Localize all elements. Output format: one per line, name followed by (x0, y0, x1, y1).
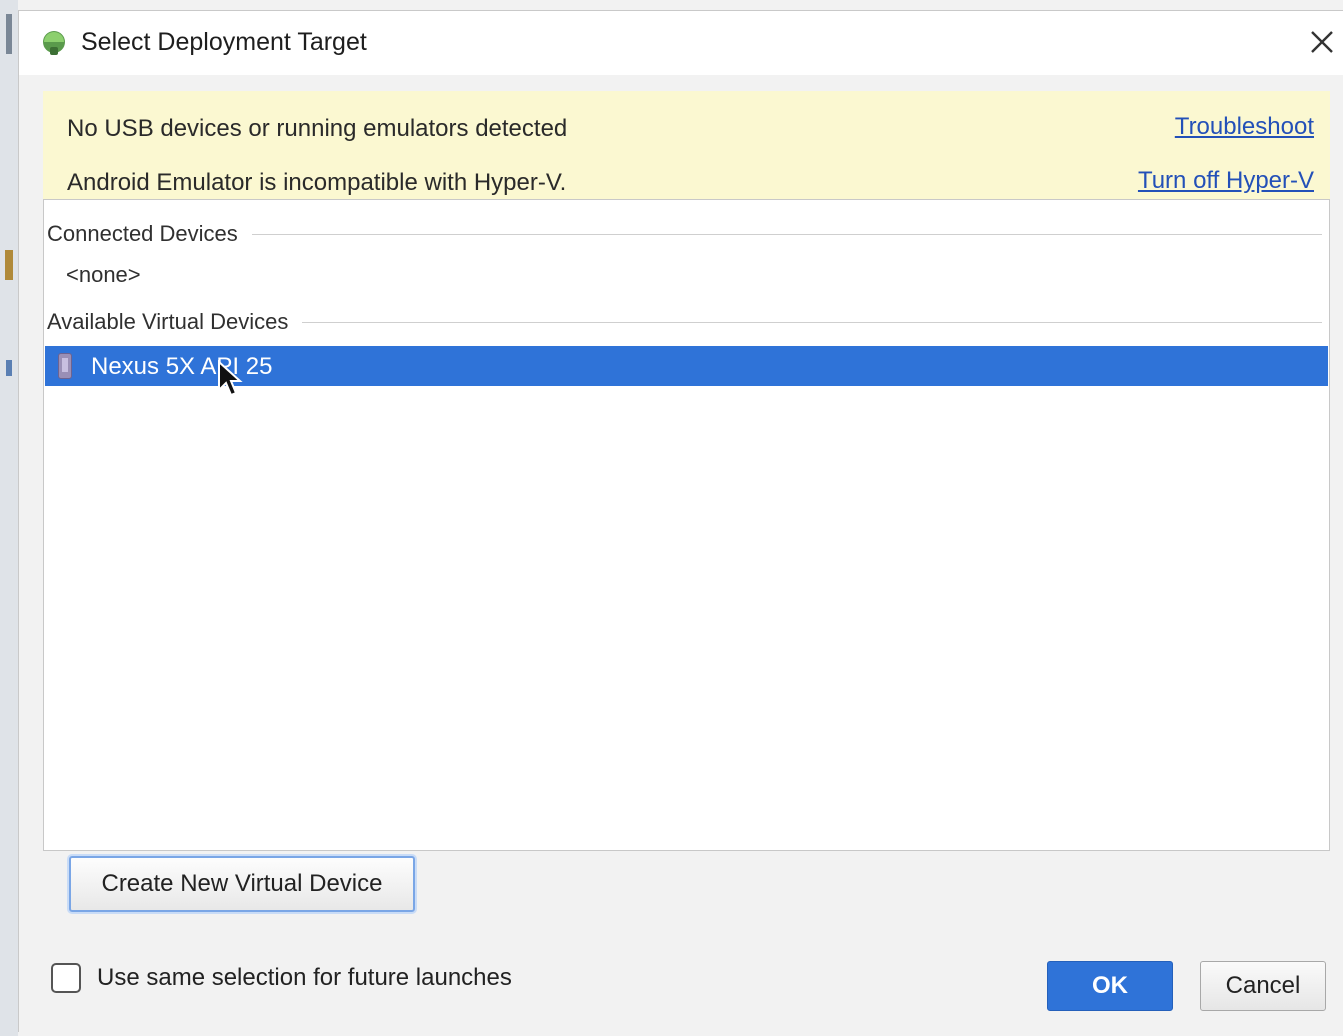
phone-icon (58, 353, 72, 379)
create-new-virtual-device-button[interactable]: Create New Virtual Device (69, 856, 415, 912)
background-decoration (5, 250, 13, 280)
warning-banner: No USB devices or running emulators dete… (43, 91, 1330, 200)
available-virtual-devices-header: Available Virtual Devices (47, 308, 1322, 336)
divider (302, 321, 1322, 323)
close-icon (1311, 31, 1333, 53)
connected-devices-header: Connected Devices (47, 220, 1322, 248)
no-devices-message: No USB devices or running emulators dete… (67, 115, 568, 142)
remember-selection-label: Use same selection for future launches (97, 964, 512, 991)
close-button[interactable] (1305, 25, 1339, 59)
turn-off-hyper-v-link[interactable]: Turn off Hyper-V (1138, 167, 1314, 195)
background-decoration (6, 360, 12, 376)
hyper-v-message: Android Emulator is incompatible with Hy… (67, 169, 567, 196)
divider (251, 233, 1322, 235)
cancel-button[interactable]: Cancel (1200, 961, 1326, 1011)
available-virtual-devices-label: Available Virtual Devices (47, 309, 289, 334)
device-list[interactable]: Connected Devices <none> Available Virtu… (43, 199, 1330, 851)
remember-selection-option[interactable]: Use same selection for future launches (51, 963, 512, 993)
troubleshoot-link[interactable]: Troubleshoot (1175, 113, 1314, 141)
background-window-strip (0, 0, 18, 1036)
virtual-device-name: Nexus 5X API 25 (91, 353, 273, 380)
android-studio-icon (39, 29, 69, 57)
mouse-cursor-icon (218, 360, 243, 397)
dialog-title: Select Deployment Target (81, 28, 367, 56)
remember-selection-checkbox[interactable] (51, 963, 81, 993)
ok-button[interactable]: OK (1047, 961, 1173, 1011)
select-deployment-target-dialog: Select Deployment Target No USB devices … (18, 10, 1343, 1032)
connected-devices-label: Connected Devices (47, 221, 238, 246)
background-decoration (6, 14, 12, 54)
title-bar: Select Deployment Target (19, 11, 1343, 75)
connected-devices-empty: <none> (66, 262, 141, 287)
